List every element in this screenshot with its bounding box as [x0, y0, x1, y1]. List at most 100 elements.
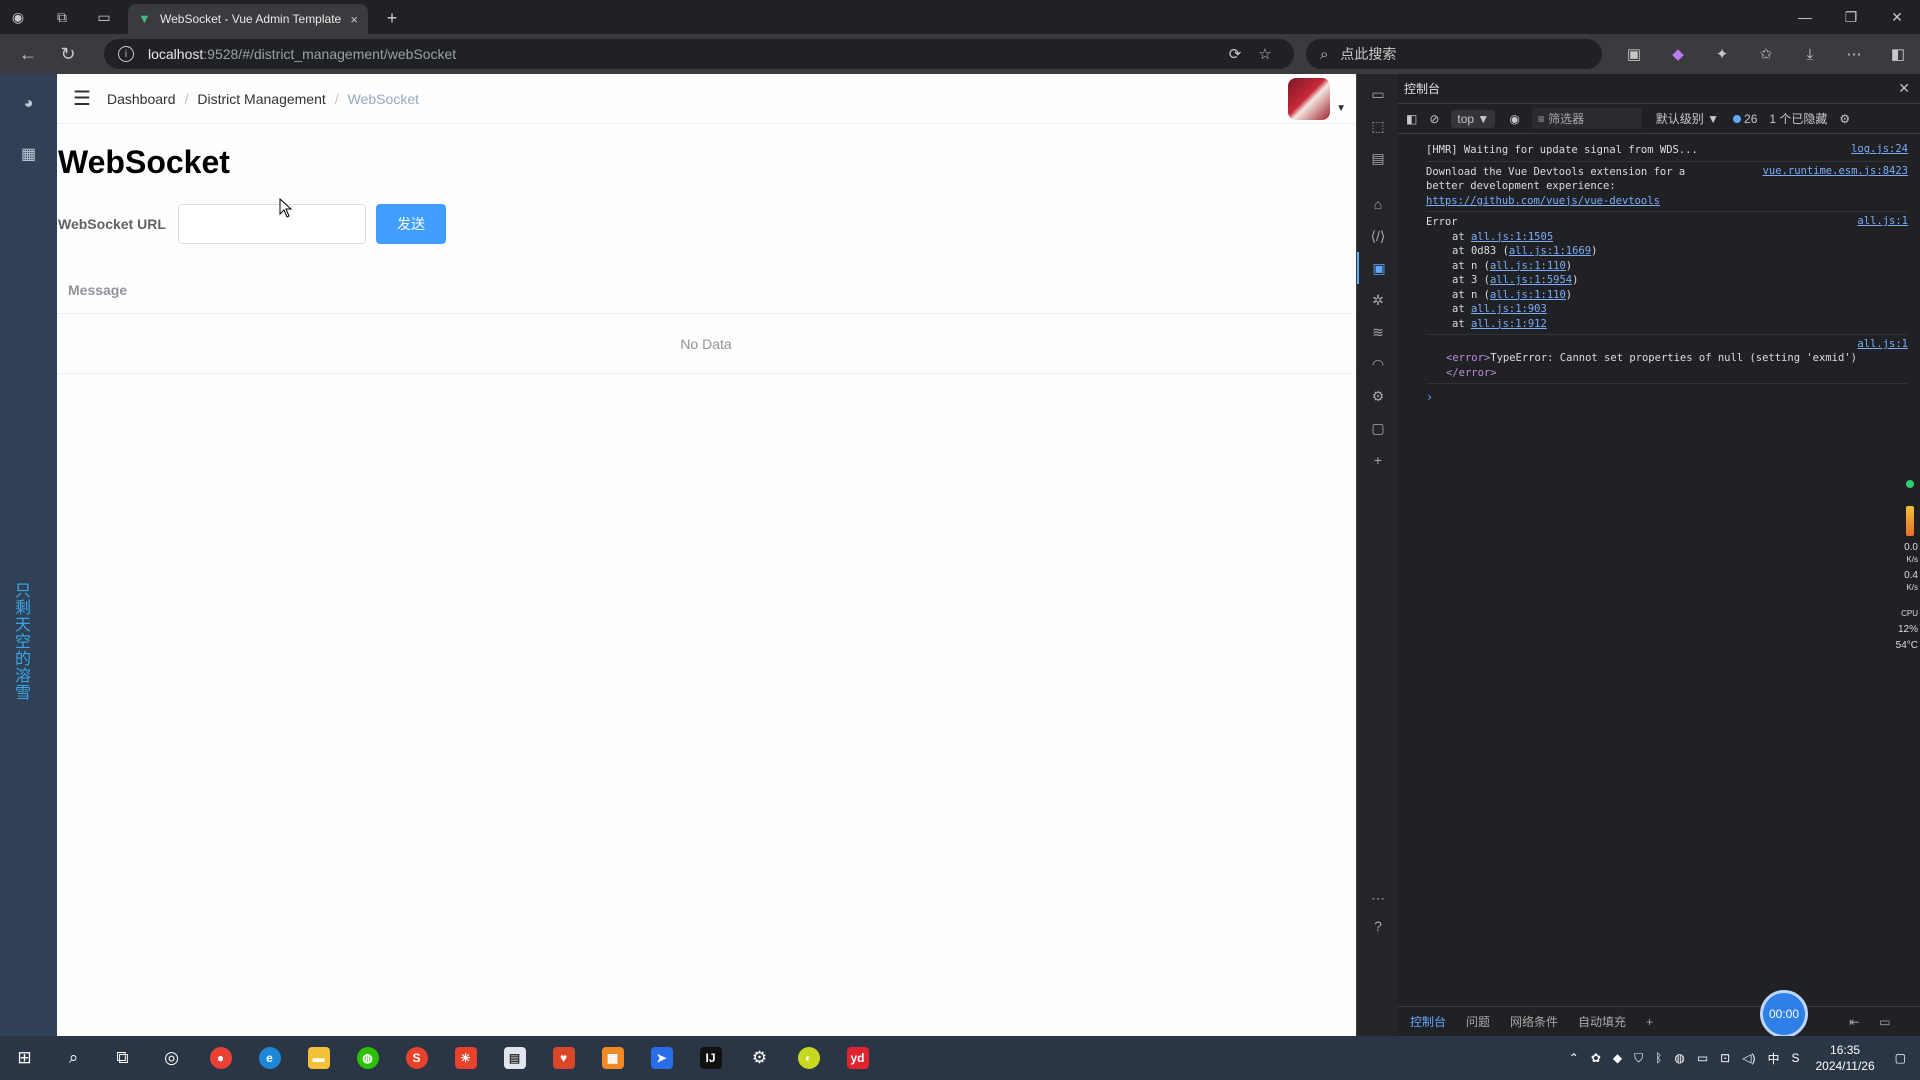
wechat-icon[interactable]: ◍ [343, 1036, 392, 1080]
dock-icon[interactable]: ⇤ [1849, 1015, 1859, 1029]
settings-icon[interactable]: ⚙ [735, 1036, 784, 1080]
issues-count-badge[interactable]: 26 [1733, 112, 1757, 126]
edge-icon[interactable]: e [245, 1036, 294, 1080]
console-source-link[interactable]: vue.runtime.esm.js:8423 [1763, 165, 1908, 177]
minimize-icon[interactable]: — [1782, 0, 1828, 34]
sidebar-toggle-icon[interactable]: ◧ [1406, 112, 1417, 126]
file-explorer-icon[interactable]: ▬ [294, 1036, 343, 1080]
chrome-icon[interactable]: ● [196, 1036, 245, 1080]
tab-close-icon[interactable]: × [350, 12, 358, 27]
extension-icon-1[interactable]: ▣ [1612, 34, 1656, 74]
favorite-star-icon[interactable]: ☆ [1250, 45, 1280, 63]
breadcrumb-dashboard[interactable]: Dashboard [107, 91, 176, 107]
dashboard-icon[interactable]: ◕ [0, 82, 57, 126]
drawer-tab-issues[interactable]: 问题 [1466, 1013, 1490, 1030]
more-tools-plus-icon[interactable]: + [1357, 444, 1399, 476]
tray-shield-icon[interactable]: ⛉ [1634, 1051, 1643, 1066]
close-window-icon[interactable]: ✕ [1874, 0, 1920, 34]
url-text[interactable]: localhost:9528/#/district_management/web… [148, 46, 1220, 62]
hamburger-icon[interactable]: ☰ [57, 74, 107, 124]
console-source-link[interactable]: all.js:1 [1857, 215, 1908, 227]
windows-start-icon[interactable]: ⊞ [0, 1036, 49, 1080]
memory-icon[interactable]: ⚙ [1357, 380, 1399, 412]
address-bar[interactable]: i localhost:9528/#/district_management/w… [104, 39, 1294, 69]
bluetooth-icon[interactable]: ᛒ [1655, 1051, 1662, 1065]
console-prompt-chevron-icon[interactable]: › [1426, 384, 1908, 410]
device-emulation-icon[interactable]: ▭ [1357, 78, 1399, 110]
tray-app-icon-1[interactable]: ✿ [1591, 1051, 1601, 1065]
stack-link[interactable]: all.js:1:912 [1471, 318, 1547, 330]
youdao-icon[interactable]: yd [833, 1036, 882, 1080]
browser-tab-active[interactable]: ▼ WebSocket - Vue Admin Template × [128, 4, 368, 34]
add-drawer-tab-icon[interactable]: + [1646, 1015, 1653, 1029]
live-expression-eye-icon[interactable]: ◉ [1509, 112, 1519, 126]
drawer-tab-autofill[interactable]: 自动填充 [1578, 1013, 1626, 1030]
steam-icon[interactable]: ◎ [147, 1036, 196, 1080]
app-icon-yellow[interactable]: ◐ [784, 1036, 833, 1080]
console-link[interactable]: https://github.com/vuejs/vue-devtools [1426, 195, 1660, 207]
tray-expand-icon[interactable]: ⌃ [1569, 1051, 1579, 1065]
app-icon-red[interactable]: ♥ [539, 1036, 588, 1080]
console-settings-icon[interactable]: ⚙ [1839, 112, 1850, 126]
panel-layout-icon[interactable]: ▤ [1357, 142, 1399, 174]
network-icon[interactable]: ⊡ [1720, 1051, 1730, 1065]
browser-search-box[interactable]: ⌕ 点此搜索 [1306, 39, 1602, 69]
elements-icon[interactable]: ⟨/⟩ [1357, 220, 1399, 252]
notepad-icon[interactable]: ▤ [490, 1036, 539, 1080]
restore-icon[interactable]: ❐ [1828, 0, 1874, 34]
xmind-icon[interactable]: ✳ [441, 1036, 490, 1080]
devtools-close-icon[interactable]: ✕ [1898, 80, 1910, 97]
network-wifi-icon[interactable]: ≋ [1357, 316, 1399, 348]
recording-timer[interactable]: 00:00 [1760, 990, 1808, 1038]
grid-menu-icon[interactable]: ▦ [0, 126, 57, 182]
ime-indicator[interactable]: 中 [1767, 1050, 1779, 1067]
sogou-icon[interactable]: S [392, 1036, 441, 1080]
table-header-message[interactable]: Message [58, 266, 1354, 314]
stack-link[interactable]: all.js:1:1669 [1509, 245, 1591, 257]
stack-link[interactable]: all.js:1:903 [1471, 303, 1547, 315]
welcome-home-icon[interactable]: ⌂ [1357, 188, 1399, 220]
performance-icon[interactable]: ◠ [1357, 348, 1399, 380]
downloads-icon[interactable]: ⤓ [1788, 34, 1832, 74]
inspect-element-icon[interactable]: ⬚ [1357, 110, 1399, 142]
back-icon[interactable]: ← [8, 34, 48, 74]
console-icon[interactable]: ▣ [1357, 252, 1399, 284]
help-icon[interactable]: ? [1357, 910, 1399, 942]
tray-sogou-icon[interactable]: S [1791, 1051, 1799, 1065]
context-select[interactable]: top ▼ [1451, 109, 1496, 128]
stack-link[interactable]: all.js:1:110 [1490, 260, 1566, 272]
undock-icon[interactable]: ▭ [1879, 1015, 1890, 1029]
battery-icon[interactable]: ▭ [1697, 1051, 1708, 1065]
application-icon[interactable]: ▢ [1357, 412, 1399, 444]
caret-down-icon[interactable]: ▼ [1336, 103, 1346, 114]
console-source-link[interactable]: all.js:1 [1857, 338, 1908, 350]
extension-icon-2[interactable]: ◆ [1656, 34, 1700, 74]
breadcrumb-district-management[interactable]: District Management [197, 91, 325, 107]
avatar[interactable] [1288, 78, 1331, 120]
browser-profile-icon[interactable]: ◉ [0, 0, 36, 34]
console-filter-input[interactable]: ≡ 筛选器 [1531, 108, 1642, 129]
send-button[interactable]: 发送 [376, 204, 446, 244]
taskbar-clock[interactable]: 16:35 2024/11/26 [1815, 1042, 1874, 1074]
feishu-icon[interactable]: ➤ [637, 1036, 686, 1080]
extensions-icon[interactable]: ✦ [1700, 34, 1744, 74]
user-menu[interactable]: ▼ [1288, 78, 1346, 120]
task-view-icon[interactable]: ⧉ [98, 1036, 147, 1080]
stack-link[interactable]: all.js:1:5954 [1490, 274, 1572, 286]
site-info-icon[interactable]: i [118, 46, 134, 62]
more-options-icon[interactable]: ⋯ [1832, 34, 1876, 74]
volume-icon[interactable]: ◁) [1742, 1051, 1755, 1065]
drawer-tab-network-conditions[interactable]: 网络条件 [1510, 1013, 1558, 1030]
workspaces-icon[interactable]: ⧉ [44, 0, 80, 34]
tray-wechat-icon[interactable]: ◍ [1674, 1051, 1684, 1065]
clear-console-icon[interactable]: ⊘ [1429, 112, 1439, 126]
stack-link[interactable]: all.js:1:1505 [1471, 231, 1553, 243]
favorites-icon[interactable]: ✩ [1744, 34, 1788, 74]
tray-app-icon-2[interactable]: ◆ [1613, 1051, 1622, 1065]
console-source-link[interactable]: log.js:24 [1851, 143, 1908, 155]
drawer-tab-console[interactable]: 控制台 [1410, 1013, 1446, 1030]
notification-center-icon[interactable]: ▢ [1895, 1051, 1906, 1065]
websocket-url-input[interactable] [178, 204, 366, 244]
translate-icon[interactable]: ⟳ [1220, 45, 1250, 63]
app-icon-orange[interactable]: ▦ [588, 1036, 637, 1080]
